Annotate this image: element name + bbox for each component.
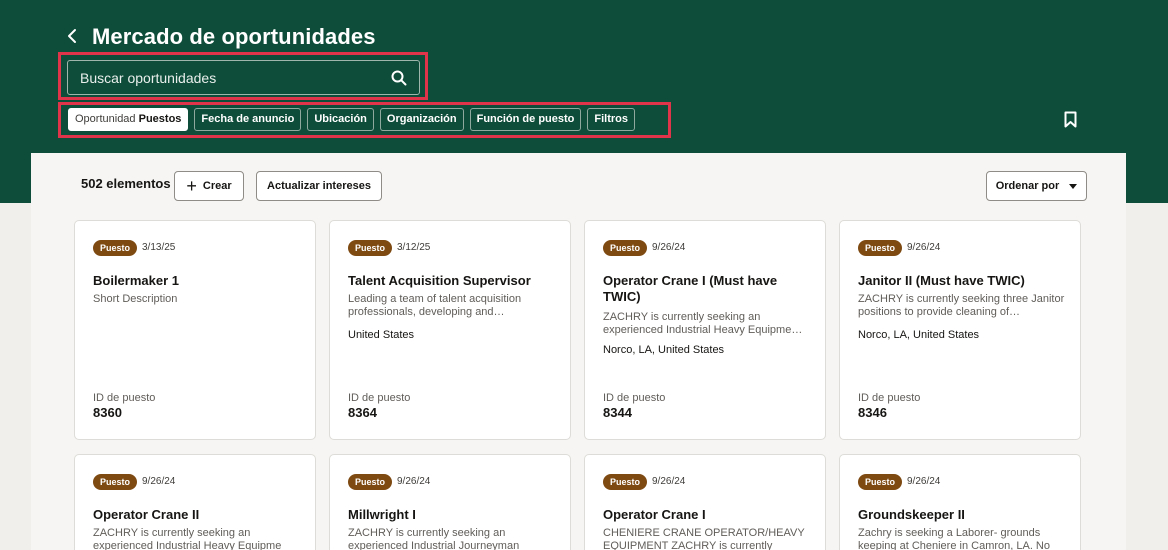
sort-label: Ordenar por	[995, 180, 1060, 192]
job-description: CHENIERE CRANE OPERATOR/HEAVY EQUIPMENT …	[603, 527, 805, 550]
bookmark-icon[interactable]	[1064, 111, 1077, 128]
search-box[interactable]	[67, 60, 420, 95]
job-card[interactable]: Puesto 9/26/24 Janitor II (Must have TWI…	[839, 220, 1081, 440]
type-badge: Puesto	[858, 240, 903, 256]
job-title[interactable]: Operator Crane I (Must have TWIC)	[603, 273, 813, 305]
chip-posting-date[interactable]: Fecha de anuncio	[194, 108, 302, 131]
chip-prefix: Oportunidad	[75, 113, 136, 125]
type-badge: Puesto	[93, 240, 138, 256]
job-title[interactable]: Talent Acquisition Supervisor	[348, 273, 558, 289]
job-id: 8360	[93, 405, 122, 420]
job-description: Zachry is seeking a Laborer- grounds kee…	[858, 527, 1050, 550]
job-id-label: ID de puesto	[603, 392, 666, 404]
job-card[interactable]: Puesto 9/26/24 Operator Crane I (Must ha…	[584, 220, 826, 440]
job-card[interactable]: Puesto 3/12/25 Talent Acquisition Superv…	[329, 220, 571, 440]
sort-button[interactable]: Ordenar por	[986, 171, 1087, 201]
job-location: Norco, LA, United States	[858, 329, 980, 341]
type-badge: Puesto	[348, 474, 393, 490]
job-location: United States	[348, 329, 415, 341]
post-date: 9/26/24	[652, 476, 686, 487]
job-title[interactable]: Operator Crane II	[93, 507, 303, 523]
chip-job-function[interactable]: Función de puesto	[469, 108, 582, 131]
job-description: ZACHRY is currently seeking an experienc…	[603, 311, 803, 336]
job-title[interactable]: Millwright I	[348, 507, 558, 523]
job-description: ZACHRY is currently seeking three Janito…	[858, 293, 1065, 318]
job-id: 8346	[858, 405, 887, 420]
job-id-label: ID de puesto	[93, 392, 156, 404]
job-title[interactable]: Groundskeeper II	[858, 507, 1068, 523]
job-card[interactable]: Puesto 9/26/24 Operator Crane I CHENIERE…	[584, 454, 826, 550]
job-title[interactable]: Boilermaker 1	[93, 273, 303, 289]
post-date: 9/26/24	[907, 476, 941, 487]
job-id-label: ID de puesto	[348, 392, 411, 404]
chip-location[interactable]: Ubicación	[307, 108, 374, 131]
post-date: 3/12/25	[397, 242, 431, 253]
job-description: ZACHRY is currently seeking an experienc…	[348, 527, 520, 550]
job-id-label: ID de puesto	[858, 392, 921, 404]
chip-organization[interactable]: Organización	[379, 108, 464, 131]
job-title[interactable]: Janitor II (Must have TWIC)	[858, 273, 1068, 289]
job-description: ZACHRY is currently seeking an experienc…	[93, 527, 282, 550]
job-location: Norco, LA, United States	[603, 344, 725, 356]
plus-icon: +	[186, 176, 197, 196]
job-id: 8344	[603, 405, 632, 420]
search-icon[interactable]	[390, 69, 408, 87]
type-badge: Puesto	[603, 240, 648, 256]
type-badge: Puesto	[93, 474, 138, 490]
job-card[interactable]: Puesto 3/13/25 Boilermaker 1 Short Descr…	[74, 220, 316, 440]
job-card[interactable]: Puesto 9/26/24 Millwright I ZACHRY is cu…	[329, 454, 571, 550]
job-title[interactable]: Operator Crane I	[603, 507, 813, 523]
job-card[interactable]: Puesto 9/26/24 Operator Crane II ZACHRY …	[74, 454, 316, 550]
create-button[interactable]: + Crear	[174, 171, 244, 201]
back-button[interactable]	[66, 26, 80, 48]
type-badge: Puesto	[858, 474, 903, 490]
results-count: 502 elementos	[81, 176, 171, 191]
job-description: Leading a team of talent acquisition pro…	[348, 293, 522, 318]
chip-opportunity-type[interactable]: Oportunidad Puestos	[68, 108, 189, 131]
job-description: Short Description	[93, 293, 178, 305]
chevron-left-icon	[68, 29, 76, 43]
caret-down-icon	[1069, 183, 1078, 189]
chip-filters[interactable]: Filtros	[587, 108, 635, 131]
post-date: 9/26/24	[142, 476, 176, 487]
chip-label: Puestos	[138, 113, 182, 125]
search-input[interactable]	[80, 61, 380, 94]
post-date: 3/13/25	[142, 242, 176, 253]
update-interests-button[interactable]: Actualizar intereses	[256, 171, 382, 201]
post-date: 9/26/24	[907, 242, 941, 253]
job-id: 8364	[348, 405, 377, 420]
job-card[interactable]: Puesto 9/26/24 Groundskeeper II Zachry i…	[839, 454, 1081, 550]
type-badge: Puesto	[348, 240, 393, 256]
create-label: Crear	[202, 180, 232, 192]
filter-chips: Oportunidad Puestos Fecha de anuncio Ubi…	[68, 108, 635, 131]
post-date: 9/26/24	[397, 476, 431, 487]
page-title: Mercado de oportunidades	[92, 24, 376, 49]
post-date: 9/26/24	[652, 242, 686, 253]
type-badge: Puesto	[603, 474, 648, 490]
